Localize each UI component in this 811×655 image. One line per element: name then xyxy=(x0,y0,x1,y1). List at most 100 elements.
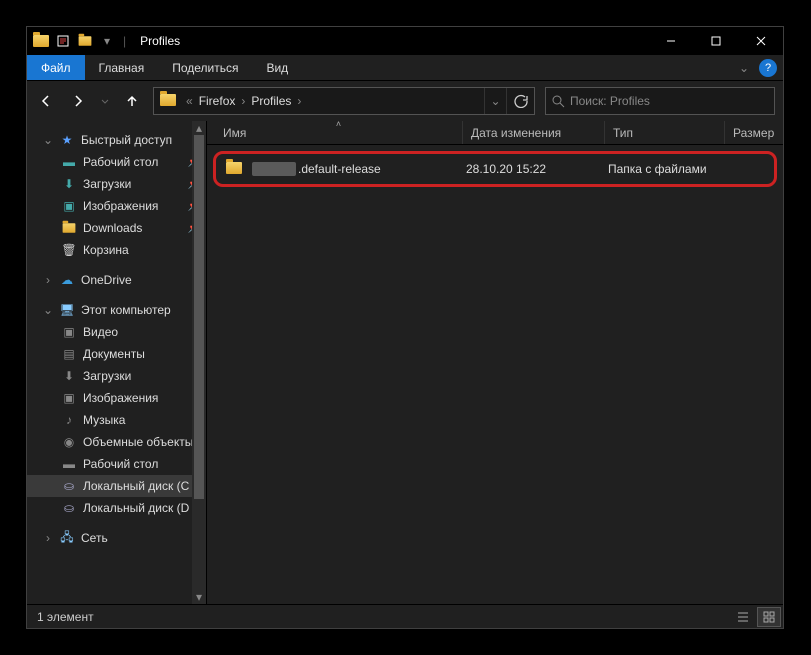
ribbon-tab-home[interactable]: Главная xyxy=(85,55,159,80)
address-row: « Firefox › Profiles › ⌄ Поиск: Profiles xyxy=(27,81,783,121)
title-bar-left: ▾ | Profiles xyxy=(27,33,180,49)
address-history-dropdown[interactable]: ⌄ xyxy=(484,88,506,114)
sort-asc-icon: ˄ xyxy=(336,119,341,129)
qat-properties-icon[interactable] xyxy=(55,33,71,49)
address-bar[interactable]: « Firefox › Profiles › ⌄ xyxy=(153,87,535,115)
column-type[interactable]: Тип xyxy=(605,121,725,144)
search-icon xyxy=(546,95,570,108)
search-box[interactable]: Поиск: Profiles xyxy=(545,87,775,115)
nav-back-button[interactable] xyxy=(35,90,57,112)
sidebar-scrollbar[interactable]: ▴ ▾ xyxy=(192,121,206,604)
file-date: 28.10.20 15:22 xyxy=(466,162,608,176)
ribbon-file-tab[interactable]: Файл xyxy=(27,55,85,80)
file-type: Папка с файлами xyxy=(608,162,772,176)
search-placeholder: Поиск: Profiles xyxy=(570,94,650,108)
chevron-down-icon: ⌄ xyxy=(43,303,53,317)
sidebar-onedrive[interactable]: › ☁ OneDrive xyxy=(27,269,206,291)
sidebar-item-downloads3[interactable]: ⬇Загрузки xyxy=(27,365,206,387)
breadcrumb-firefox[interactable]: Firefox xyxy=(195,94,240,108)
column-size[interactable]: Размер xyxy=(725,121,783,144)
title-bar: ▾ | Profiles xyxy=(27,27,783,55)
desktop-icon: ▬ xyxy=(61,456,77,472)
cloud-icon: ☁ xyxy=(59,272,75,288)
qat-dropdown-icon[interactable]: ▾ xyxy=(99,33,115,49)
folder-icon xyxy=(61,220,77,236)
sidebar-network[interactable]: › 🖧 Сеть xyxy=(27,527,206,549)
explorer-window: ▾ | Profiles Файл Главная Поделиться Вид… xyxy=(26,26,784,629)
sidebar-quick-access[interactable]: ⌄ ★ Быстрый доступ xyxy=(27,129,206,151)
status-bar: 1 элемент xyxy=(27,604,783,628)
chevron-right-icon: › xyxy=(43,273,53,287)
chevron-right-icon[interactable]: › xyxy=(239,94,247,108)
address-folder-icon xyxy=(160,94,178,108)
sidebar-item-downloads[interactable]: ⬇Загрузки📌 xyxy=(27,173,206,195)
ribbon-tab-view[interactable]: Вид xyxy=(252,55,302,80)
desktop-icon: ▬ xyxy=(61,154,77,170)
video-icon: ▣ xyxy=(61,324,77,340)
refresh-button[interactable] xyxy=(506,88,534,114)
chevron-right-icon: › xyxy=(43,531,53,545)
view-details-button[interactable] xyxy=(731,607,755,627)
drive-icon: ⛀ xyxy=(61,500,77,516)
nav-forward-button[interactable] xyxy=(67,90,89,112)
nav-recent-dropdown[interactable] xyxy=(99,90,111,112)
view-icons-button[interactable] xyxy=(757,607,781,627)
documents-icon: ▤ xyxy=(61,346,77,362)
sidebar-item-recycle[interactable]: 🗑Корзина xyxy=(27,239,206,261)
sidebar-item-videos[interactable]: ▣Видео xyxy=(27,321,206,343)
navigation-pane: ⌄ ★ Быстрый доступ ▬Рабочий стол📌 ⬇Загру… xyxy=(27,121,207,604)
chevron-right-icon[interactable]: « xyxy=(184,94,195,108)
ribbon-tab-share[interactable]: Поделиться xyxy=(158,55,252,80)
pc-icon: 🖥 xyxy=(59,302,75,318)
sidebar-item-desktop2[interactable]: ▬Рабочий стол xyxy=(27,453,206,475)
body: ⌄ ★ Быстрый доступ ▬Рабочий стол📌 ⬇Загру… xyxy=(27,121,783,604)
ribbon-expand-icon[interactable]: ⌄ xyxy=(739,55,753,80)
drive-icon: ⛀ xyxy=(61,478,77,494)
sidebar-item-pictures2[interactable]: ▣Изображения xyxy=(27,387,206,409)
file-name: .default-release xyxy=(298,162,381,176)
file-rows: .default-release 28.10.20 15:22 Папка с … xyxy=(207,145,783,604)
folder-icon xyxy=(226,162,244,176)
sidebar-item-drive-d[interactable]: ⛀Локальный диск (D xyxy=(27,497,206,519)
chevron-down-icon: ⌄ xyxy=(43,133,53,147)
sidebar-item-documents[interactable]: ▤Документы xyxy=(27,343,206,365)
ribbon-bar: Файл Главная Поделиться Вид ⌄ ? xyxy=(27,55,783,81)
sidebar-item-pictures[interactable]: ▣Изображения📌 xyxy=(27,195,206,217)
app-icon xyxy=(33,33,49,49)
recycle-icon: 🗑 xyxy=(61,242,77,258)
download-icon: ⬇ xyxy=(61,368,77,384)
objects-icon: ◉ xyxy=(61,434,77,450)
maximize-button[interactable] xyxy=(693,27,738,55)
scrollbar-thumb[interactable] xyxy=(194,135,204,499)
sidebar-item-music[interactable]: ♪Музыка xyxy=(27,409,206,431)
nav-up-button[interactable] xyxy=(121,90,143,112)
sidebar-item-desktop[interactable]: ▬Рабочий стол📌 xyxy=(27,151,206,173)
pictures-icon: ▣ xyxy=(61,390,77,406)
breadcrumb-profiles[interactable]: Profiles xyxy=(247,94,295,108)
scroll-up-icon[interactable]: ▴ xyxy=(192,121,206,135)
music-icon: ♪ xyxy=(61,412,77,428)
title-bar-separator: | xyxy=(121,34,128,48)
window-title: Profiles xyxy=(140,34,180,48)
sidebar-this-pc[interactable]: ⌄ 🖥 Этот компьютер xyxy=(27,299,206,321)
column-date[interactable]: Дата изменения xyxy=(463,121,605,144)
file-list-pane: ˄ Имя Дата изменения Тип Размер .default… xyxy=(207,121,783,604)
file-row[interactable]: .default-release 28.10.20 15:22 Папка с … xyxy=(218,156,772,182)
help-icon[interactable]: ? xyxy=(759,59,777,77)
column-headers: ˄ Имя Дата изменения Тип Размер xyxy=(207,121,783,145)
obscured-text xyxy=(252,162,296,176)
qat-newfolder-icon[interactable] xyxy=(77,33,93,49)
scroll-down-icon[interactable]: ▾ xyxy=(192,590,206,604)
close-button[interactable] xyxy=(738,27,783,55)
sidebar-item-3d[interactable]: ◉Объемные объекты xyxy=(27,431,206,453)
chevron-right-icon[interactable]: › xyxy=(295,94,303,108)
sidebar-item-downloads2[interactable]: Downloads📌 xyxy=(27,217,206,239)
sidebar-item-drive-c[interactable]: ⛀Локальный диск (C xyxy=(27,475,206,497)
highlight-annotation: .default-release 28.10.20 15:22 Папка с … xyxy=(213,151,777,187)
column-name[interactable]: ˄ Имя xyxy=(215,121,463,144)
network-icon: 🖧 xyxy=(59,530,75,546)
sidebar-label: Быстрый доступ xyxy=(81,133,172,147)
minimize-button[interactable] xyxy=(648,27,693,55)
pictures-icon: ▣ xyxy=(61,198,77,214)
star-icon: ★ xyxy=(59,132,75,148)
